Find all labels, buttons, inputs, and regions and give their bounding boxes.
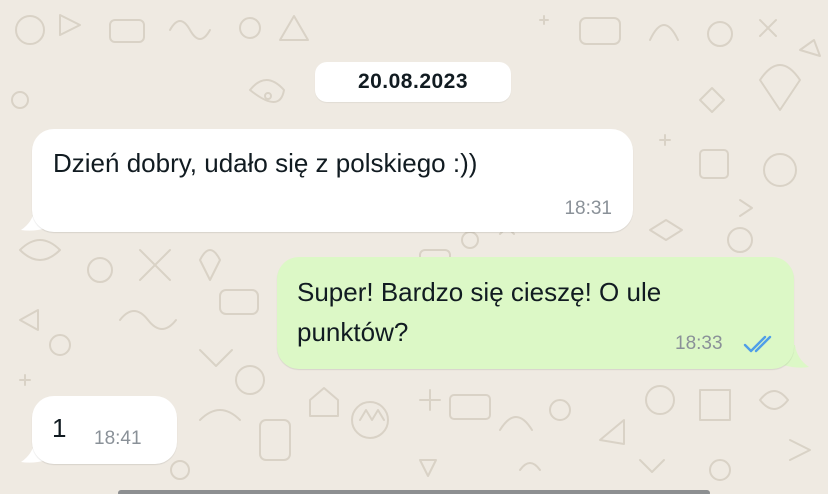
message-bubble-incoming[interactable]: 1 18:41 <box>32 396 177 464</box>
message-bubble-incoming[interactable]: Dzień dobry, udało się z polskiego :)) 1… <box>32 129 633 232</box>
message-bubble-outgoing[interactable]: Super! Bardzo się cieszę! O ule punktów?… <box>277 257 794 369</box>
chat-view[interactable]: 20.08.2023 Dzień dobry, udało się z pols… <box>0 0 828 494</box>
message-time: 18:33 <box>675 333 723 354</box>
message-text-line-1: Super! Bardzo się cieszę! O ule <box>297 277 662 307</box>
double-check-icon <box>743 335 772 353</box>
date-separator: 20.08.2023 <box>315 62 511 102</box>
home-indicator <box>118 490 710 494</box>
message-text: 1 <box>52 413 67 443</box>
message-time: 18:41 <box>94 428 142 449</box>
message-text-line-2: punktów? <box>297 317 409 347</box>
message-time: 18:31 <box>564 198 612 219</box>
message-text: Dzień dobry, udało się z polskiego :)) <box>53 148 478 178</box>
